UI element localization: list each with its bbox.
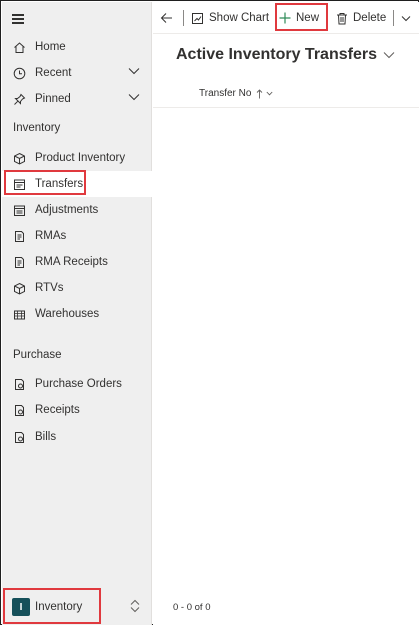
sidebar-item-label: Transfers [35, 178, 84, 190]
trash-icon [336, 12, 348, 25]
sidebar-item-label: Home [35, 41, 66, 53]
sidebar-item-label: Purchase Orders [35, 378, 122, 390]
sidebar: Home Recent Pinned Inventory Product Inv… [2, 2, 152, 625]
page-title: Active Inventory Transfers [176, 46, 377, 63]
sidebar-item-purchase-orders[interactable]: Purchase Orders [2, 371, 152, 397]
area-switcher[interactable]: I Inventory [2, 588, 152, 625]
sort-ascending-icon [256, 88, 263, 99]
sidebar-item-receipts[interactable]: Receipts [2, 397, 152, 423]
chart-icon [191, 12, 204, 25]
sidebar-item-recent[interactable]: Recent [2, 60, 152, 86]
receipt-icon [12, 403, 26, 417]
view-selector[interactable]: Active Inventory Transfers [176, 46, 395, 64]
sidebar-item-label: Warehouses [35, 308, 100, 320]
section-header-purchase: Purchase [13, 349, 62, 361]
chevron-down-icon[interactable] [128, 93, 140, 101]
record-count: 0 - 0 of 0 [173, 602, 211, 613]
hamburger-menu-icon[interactable] [12, 12, 26, 26]
area-badge: I [12, 598, 30, 616]
clock-icon [12, 66, 26, 80]
back-button[interactable] [160, 2, 178, 34]
document-icon [12, 229, 26, 243]
box-icon [12, 151, 26, 165]
sidebar-item-label: Bills [35, 431, 57, 443]
app-window: Home Recent Pinned Inventory Product Inv… [0, 0, 419, 625]
sidebar-item-label: RMA Receipts [35, 256, 108, 268]
receipt-icon [12, 255, 26, 269]
more-commands-button[interactable] [401, 2, 416, 34]
grid-header: Transfer No [153, 80, 419, 108]
new-button[interactable]: New [279, 2, 319, 34]
chevron-down-icon [383, 51, 395, 59]
new-label: New [296, 12, 320, 24]
sidebar-item-label: Pinned [35, 93, 71, 105]
delete-button[interactable]: Delete [336, 2, 386, 34]
home-icon [12, 40, 26, 54]
main-content: Show Chart New Delete Active Inventory T… [153, 2, 419, 625]
bill-icon [12, 430, 26, 444]
sidebar-item-rtvs[interactable]: RTVs [2, 275, 152, 301]
area-label: Inventory [35, 601, 83, 613]
sidebar-item-label: Recent [35, 67, 72, 79]
section-header-inventory: Inventory [13, 122, 61, 134]
sidebar-item-label: Receipts [35, 404, 80, 416]
sidebar-item-rma-receipts[interactable]: RMA Receipts [2, 249, 152, 275]
column-header-label: Transfer No [199, 88, 252, 99]
sidebar-item-product-inventory[interactable]: Product Inventory [2, 145, 152, 171]
arrow-left-icon [160, 12, 173, 24]
sidebar-item-label: Product Inventory [35, 152, 126, 164]
sidebar-item-adjustments[interactable]: Adjustments [2, 197, 152, 223]
chevron-down-icon[interactable] [128, 67, 140, 75]
sidebar-item-warehouses[interactable]: Warehouses [2, 301, 152, 327]
command-bar: Show Chart New Delete [153, 2, 419, 34]
divider [393, 10, 394, 26]
pin-icon [12, 92, 26, 106]
chevron-down-icon [266, 91, 273, 96]
column-header-transfer-no[interactable]: Transfer No [199, 88, 273, 99]
chevron-down-icon [401, 15, 411, 22]
purchase-order-icon [12, 377, 26, 391]
sidebar-item-label: Adjustments [35, 204, 99, 216]
sidebar-item-bills[interactable]: Bills [2, 424, 152, 450]
sidebar-item-label: RMAs [35, 230, 67, 242]
box-return-icon [12, 281, 26, 295]
transfer-icon [12, 177, 26, 191]
delete-label: Delete [353, 12, 387, 24]
show-chart-label: Show Chart [209, 12, 270, 24]
chevron-up-down-icon [129, 599, 141, 613]
divider [183, 10, 184, 26]
sidebar-item-transfers[interactable]: Transfers [2, 171, 152, 197]
sidebar-item-home[interactable]: Home [2, 34, 152, 60]
sidebar-item-pinned[interactable]: Pinned [2, 86, 152, 112]
show-chart-button[interactable]: Show Chart [191, 2, 269, 34]
adjustments-icon [12, 203, 26, 217]
sidebar-item-rmas[interactable]: RMAs [2, 223, 152, 249]
sidebar-item-label: RTVs [35, 282, 64, 294]
plus-icon [279, 12, 291, 24]
warehouse-icon [12, 307, 26, 321]
